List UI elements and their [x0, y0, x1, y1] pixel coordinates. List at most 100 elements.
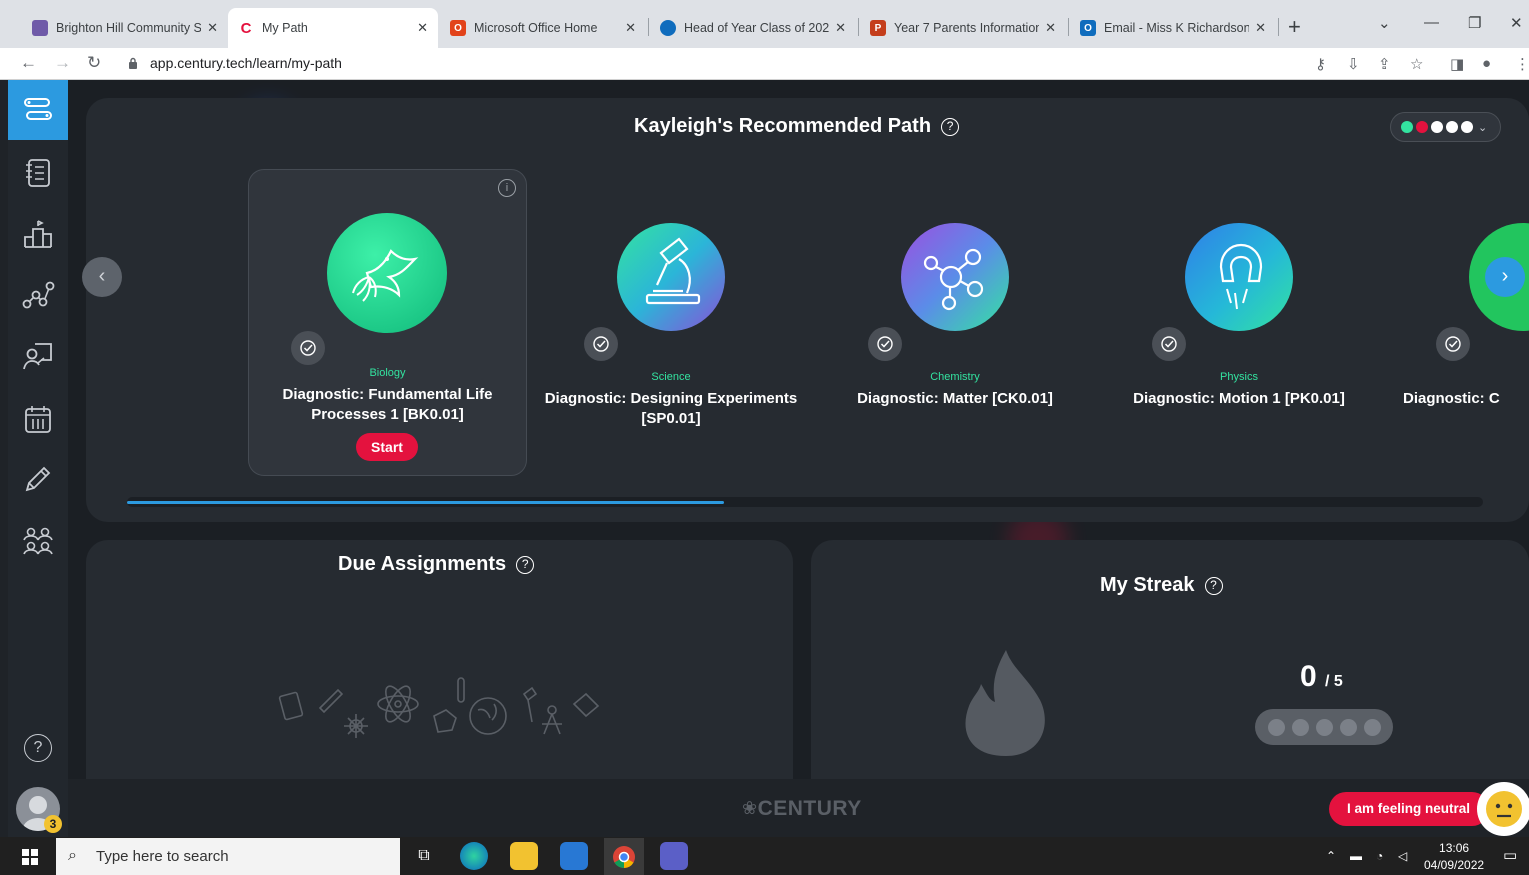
bird-flower-icon[interactable] — [327, 213, 447, 333]
streak-progress-dots — [1255, 709, 1393, 745]
sidebar-item-calendar[interactable] — [8, 389, 68, 449]
brand-name: CENTURY — [757, 797, 862, 820]
course-name[interactable]: Diagnostic: Matter [CK0.01] — [825, 389, 1085, 409]
chrome-icon — [613, 845, 635, 868]
help-icon[interactable]: ? — [1204, 577, 1223, 595]
restore-button[interactable]: ❐ — [1468, 14, 1481, 32]
bookmark-star-icon[interactable]: ☆ — [1410, 55, 1423, 73]
profile-icon[interactable]: ● — [1482, 55, 1491, 72]
sidebar-item-courses[interactable] — [8, 143, 68, 203]
close-icon[interactable]: ✕ — [1045, 20, 1056, 36]
side-panel-icon[interactable]: ◨ — [1450, 55, 1464, 73]
tray-chevron-icon[interactable]: ⌃ — [1326, 849, 1336, 863]
course-name[interactable]: Diagnostic: Designing Experiments [SP0.0… — [531, 389, 811, 429]
feeling-button[interactable]: I am feeling neutral — [1329, 792, 1489, 826]
microscope-icon[interactable] — [617, 223, 725, 331]
course-name[interactable]: Diagnostic: C — [1403, 389, 1529, 409]
streak-counter: 0 / 5 — [1300, 660, 1343, 694]
check-circle-icon[interactable] — [868, 327, 902, 361]
colour-theme-toggle[interactable]: ⌄ — [1390, 112, 1501, 142]
close-icon[interactable]: ✕ — [417, 20, 428, 36]
century-favicon-icon: C — [240, 19, 252, 37]
back-button[interactable]: ← — [20, 53, 37, 73]
theme-dot — [1416, 121, 1428, 133]
tab-my-path[interactable]: C My Path ✕ — [228, 8, 438, 48]
check-circle-icon[interactable] — [584, 327, 618, 361]
volume-icon[interactable]: ◁ — [1398, 849, 1407, 863]
outlook-favicon-icon: O — [1080, 20, 1096, 36]
help-button[interactable]: ? — [24, 734, 52, 762]
check-circle-icon[interactable] — [1152, 327, 1186, 361]
start-button[interactable]: Start — [356, 433, 418, 461]
share-icon[interactable]: ⇪ — [1378, 55, 1391, 73]
sidebar-item-groups[interactable] — [8, 510, 68, 570]
tab-office-home[interactable]: O Microsoft Office Home ✕ — [440, 8, 646, 48]
sidebar-item-leaderboard[interactable] — [8, 204, 68, 264]
theme-dot — [1446, 121, 1458, 133]
carousel-scroll-thumb[interactable] — [127, 501, 724, 504]
close-icon[interactable]: ✕ — [207, 20, 218, 36]
file-explorer-icon[interactable] — [510, 842, 538, 870]
path-title-wrap: Kayleigh's Recommended Path? — [634, 115, 960, 138]
course-name[interactable]: Diagnostic: Fundamental Life Processes 1… — [268, 385, 507, 425]
streak-dot — [1267, 718, 1285, 736]
taskbar-search-input[interactable]: Type here to search — [56, 838, 400, 875]
tab-search-chevron-icon[interactable]: ⌄ — [1378, 14, 1391, 32]
shield-favicon-icon — [32, 20, 48, 36]
powerpoint-favicon-icon: P — [870, 20, 886, 36]
close-icon[interactable]: ✕ — [835, 20, 846, 36]
reload-button[interactable]: ↻ — [87, 53, 101, 73]
tab-brighton-hill[interactable]: Brighton Hill Community S ✕ — [22, 8, 228, 48]
help-icon[interactable]: ? — [941, 118, 960, 136]
sidebar-item-analytics[interactable] — [8, 265, 68, 325]
notifications-icon[interactable]: ▭ — [1503, 846, 1517, 864]
minimize-button[interactable]: — — [1424, 14, 1439, 31]
theme-dot — [1431, 121, 1443, 133]
tab-separator — [858, 18, 859, 36]
century-logo: ❀CENTURY — [742, 797, 862, 821]
sidebar-item-my-path[interactable] — [8, 80, 68, 140]
new-tab-button[interactable]: + — [1288, 14, 1301, 40]
tab-year7-parents[interactable]: P Year 7 Parents Information ✕ — [860, 8, 1066, 48]
carousel-next-button[interactable]: › — [1485, 257, 1525, 297]
tab-email[interactable]: O Email - Miss K Richardson - ✕ — [1070, 8, 1276, 48]
windows-start-icon[interactable] — [22, 849, 38, 865]
menu-kebab-icon[interactable]: ⋮ — [1515, 55, 1529, 73]
edge-icon[interactable] — [460, 842, 488, 870]
tab-head-of-year[interactable]: Head of Year Class of 2027 ✕ — [650, 8, 856, 48]
theme-dot — [1401, 121, 1413, 133]
close-icon[interactable]: ✕ — [625, 20, 636, 36]
molecule-icon[interactable] — [901, 223, 1009, 331]
tab-title: Microsoft Office Home — [474, 21, 598, 35]
check-circle-icon[interactable] — [1436, 327, 1470, 361]
key-icon[interactable]: ⚷ — [1315, 55, 1326, 73]
taskbar-clock[interactable]: 13:06 04/09/2022 — [1424, 840, 1484, 874]
tab-title: My Path — [262, 21, 308, 35]
course-subject: Physics — [1220, 371, 1258, 383]
store-icon[interactable] — [560, 842, 588, 870]
close-icon[interactable]: ✕ — [1255, 20, 1266, 36]
close-window-button[interactable]: ✕ — [1510, 14, 1523, 32]
streak-total: / 5 — [1325, 673, 1343, 690]
neutral-face-icon[interactable] — [1477, 782, 1529, 836]
lock-icon[interactable] — [128, 57, 138, 69]
sidebar-item-teacher[interactable] — [8, 326, 68, 386]
sidebar-item-tests[interactable] — [8, 449, 68, 509]
check-circle-icon[interactable] — [291, 331, 325, 365]
install-icon[interactable]: ⇩ — [1347, 55, 1360, 73]
help-icon[interactable]: ? — [516, 556, 535, 574]
course-name[interactable]: Diagnostic: Motion 1 [PK0.01] — [1109, 389, 1369, 409]
tab-title: Year 7 Parents Information — [894, 21, 1040, 35]
battery-icon[interactable]: ▬ — [1350, 849, 1362, 863]
magnet-icon[interactable] — [1185, 223, 1293, 331]
course-subject: Science — [651, 371, 691, 383]
nodes-graph-icon — [22, 281, 55, 309]
info-icon[interactable]: i — [498, 179, 516, 197]
wifi-icon[interactable]: ◔ — [1376, 849, 1383, 863]
task-view-icon[interactable]: ⧉ — [410, 842, 438, 870]
chrome-taskbar-button[interactable] — [604, 838, 644, 875]
carousel-prev-button[interactable]: ‹ — [82, 257, 122, 297]
teams-icon[interactable] — [660, 842, 688, 870]
url-field[interactable]: app.century.tech/learn/my-path — [150, 55, 342, 71]
forward-button[interactable]: → — [54, 53, 71, 73]
